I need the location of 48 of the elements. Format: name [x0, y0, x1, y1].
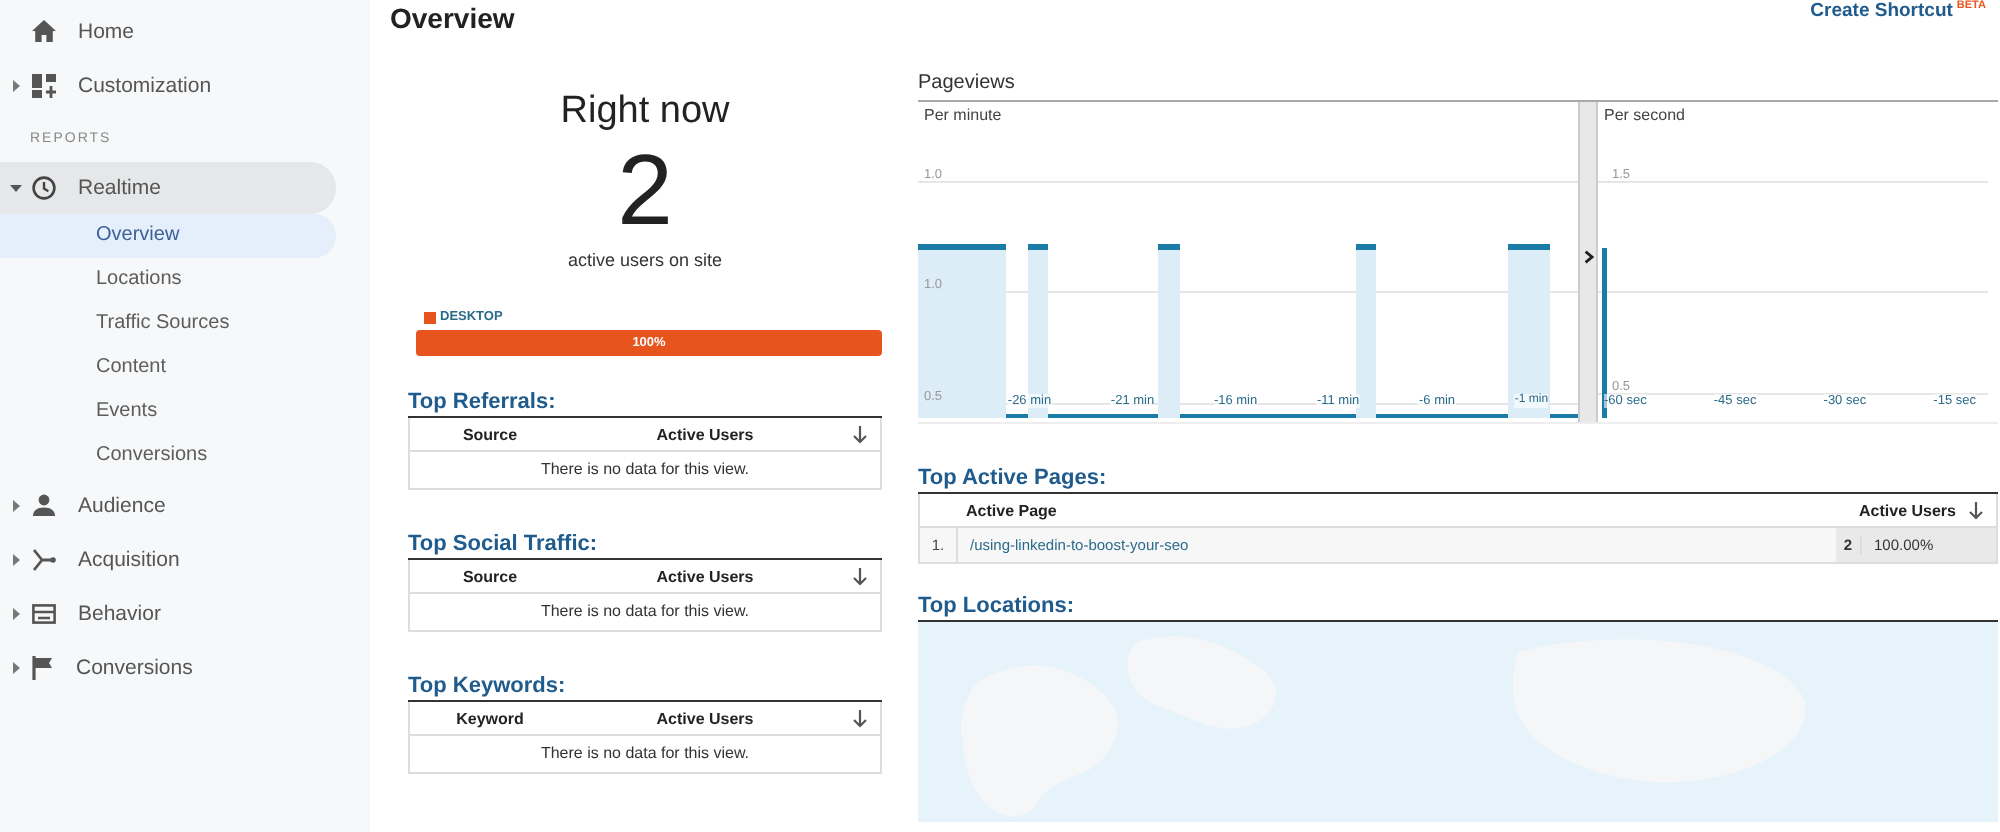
empty-message: There is no data for this view. [538, 742, 752, 766]
empty-message: There is no data for this view. [538, 458, 752, 482]
column-header[interactable]: Active Users [570, 709, 840, 727]
nav-subitem[interactable]: Events [0, 390, 336, 434]
create-shortcut-link[interactable]: Create Shortcut [1810, 0, 1953, 22]
home-icon [32, 20, 56, 42]
column-header[interactable]: Active Users [570, 425, 840, 443]
column-header[interactable]: Active Page [960, 501, 1816, 519]
fork-icon [32, 547, 56, 571]
chart-title: Pageviews [918, 72, 1017, 94]
column-header[interactable]: Source [410, 567, 570, 585]
active-users-caption: active users on site [567, 250, 723, 270]
column-header[interactable]: Source [410, 425, 570, 443]
nav-subitem[interactable]: Traffic Sources [0, 302, 336, 346]
active-user-count: 2 [617, 142, 673, 238]
nav-item[interactable]: Audience [0, 478, 336, 532]
nav-subitem[interactable]: Overview [0, 214, 336, 258]
flag-icon [32, 655, 54, 679]
column-header[interactable]: Active Users [570, 567, 840, 585]
sort-down-icon[interactable] [852, 425, 868, 443]
nav-item[interactable]: Conversions [0, 640, 336, 694]
chart-subtitle: Per minute [924, 106, 1002, 124]
empty-message: There is no data for this view. [538, 600, 752, 624]
right-now-title: Right now [560, 90, 730, 134]
nav-item[interactable]: Customization [0, 58, 336, 112]
table-title: Top Referrals: [408, 390, 882, 418]
nav-subitem[interactable]: Locations [0, 258, 336, 302]
table-title: Top Social Traffic: [408, 532, 882, 560]
nav-item[interactable]: Home [0, 4, 336, 58]
chart-subtitle: Per second [1604, 106, 1685, 124]
column-header[interactable]: Keyword [410, 709, 570, 727]
page-title: Overview [390, 2, 515, 34]
nav-subitem[interactable]: Conversions [0, 434, 336, 478]
chevron-right-icon[interactable] [1583, 250, 1593, 264]
table-title: Top Keywords: [408, 674, 882, 702]
column-header[interactable]: Active Users [1816, 501, 1956, 519]
table-title: Top Active Pages: [918, 466, 1998, 494]
nav-subitem[interactable]: Content [0, 346, 336, 390]
nav-item[interactable]: Acquisition [0, 532, 336, 586]
sort-down-icon[interactable] [852, 709, 868, 727]
dashboard-icon [32, 73, 56, 97]
person-icon [32, 494, 56, 516]
nav-item[interactable]: Realtime [0, 162, 336, 214]
sort-down-icon[interactable] [852, 567, 868, 585]
nav-item[interactable]: Behavior [0, 586, 336, 640]
clock-icon [32, 176, 56, 200]
card-icon [32, 603, 56, 623]
sort-down-icon[interactable] [1968, 501, 1984, 519]
